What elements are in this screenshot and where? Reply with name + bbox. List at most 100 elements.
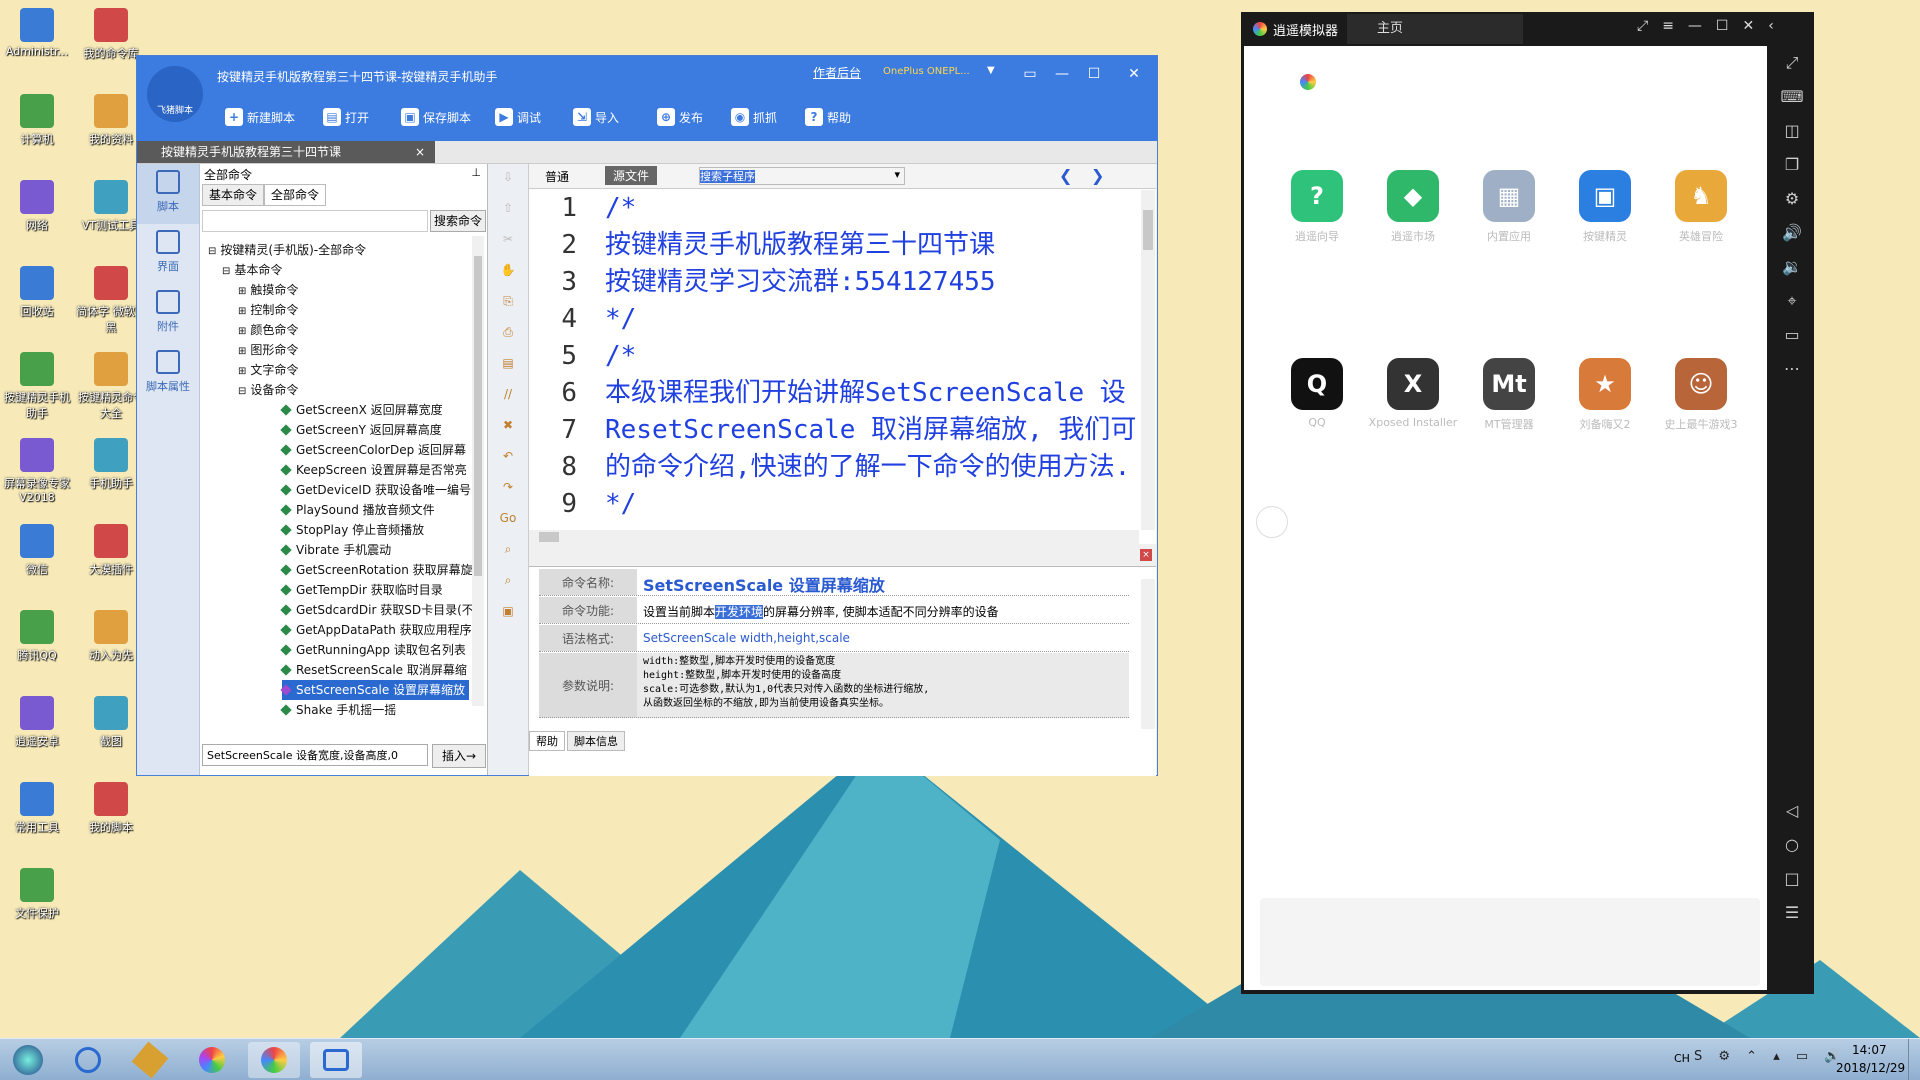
tree-node[interactable]: ⊞ 文字命令 bbox=[238, 360, 298, 380]
screenshot-icon[interactable]: ◫ bbox=[1770, 114, 1814, 148]
code-line[interactable]: 8 的命令介绍,快速的了解一下命令的使用方法. bbox=[529, 449, 1130, 486]
command-leaf[interactable]: ResetScreenScale 取消屏幕缩 bbox=[280, 660, 467, 680]
toolbar-button[interactable]: ▶ 调试 bbox=[495, 108, 541, 126]
toolbar-button[interactable]: ⊕ 发布 bbox=[657, 108, 703, 126]
desktop-icon[interactable]: 计算机 bbox=[2, 94, 72, 147]
expand-icon[interactable]: ⊞ bbox=[238, 366, 246, 377]
restore-icon[interactable]: ▭ bbox=[1019, 64, 1041, 84]
back-icon[interactable]: ◁ bbox=[1770, 794, 1814, 828]
taskbar-app-5[interactable] bbox=[310, 1042, 362, 1078]
tree-node[interactable]: ⊞ 触摸命令 bbox=[238, 280, 298, 300]
android-app[interactable]: Q QQ bbox=[1269, 358, 1365, 429]
tool-icon[interactable]: ⌕ bbox=[488, 542, 528, 557]
sidebar-item[interactable]: 脚本 bbox=[137, 164, 199, 224]
pin-icon[interactable]: ⊥ bbox=[471, 166, 481, 179]
close-button[interactable]: ✕ bbox=[1123, 64, 1145, 84]
command-leaf[interactable]: GetScreenRotation 获取屏幕旋 bbox=[280, 560, 473, 580]
tool-icon[interactable]: ↷ bbox=[488, 480, 528, 494]
command-leaf[interactable]: GetTempDir 获取临时目录 bbox=[280, 580, 443, 600]
toolbar-button[interactable]: ⇲ 导入 bbox=[573, 108, 619, 126]
volume-up-icon[interactable]: 🔊 bbox=[1770, 216, 1814, 250]
insert-field[interactable]: SetScreenScale 设备宽度,设备高度,0 bbox=[202, 744, 428, 766]
taskbar-app-4[interactable] bbox=[248, 1042, 300, 1078]
expand-icon[interactable]: ⊟ bbox=[222, 266, 230, 277]
tab-source[interactable]: 源文件 bbox=[605, 166, 658, 185]
clock-date[interactable]: 2018/12/29 bbox=[1836, 1061, 1905, 1075]
recents-icon[interactable]: □ bbox=[1770, 862, 1814, 896]
author-link[interactable]: 作者后台 bbox=[813, 64, 861, 81]
desktop-icon[interactable]: 文件保护 bbox=[2, 868, 72, 921]
tree-node[interactable]: ⊞ 控制命令 bbox=[238, 300, 298, 320]
code-line[interactable]: 9 */ bbox=[529, 486, 636, 523]
android-app[interactable]: ♞ 英雄冒险 bbox=[1653, 170, 1749, 244]
desktop-icon[interactable]: Administr... bbox=[2, 8, 72, 58]
nav-next-icon[interactable]: ❯ bbox=[1091, 166, 1104, 185]
tree-scrollbar[interactable] bbox=[472, 236, 484, 706]
taskbar-app-3[interactable] bbox=[186, 1042, 238, 1078]
minimize-button[interactable]: — bbox=[1051, 64, 1073, 84]
desktop-icon[interactable]: 按键精灵手机助手 bbox=[2, 352, 72, 421]
tool-icon[interactable]: ⎘ bbox=[488, 294, 528, 309]
tab-help[interactable]: 帮助 bbox=[529, 731, 565, 751]
tab-normal[interactable]: 普通 bbox=[545, 168, 569, 185]
toolbar-button[interactable]: + 新建脚本 bbox=[225, 108, 295, 126]
tool-icon[interactable]: ▣ bbox=[488, 604, 528, 618]
insert-button[interactable]: 插入→ bbox=[432, 744, 486, 768]
fullscreen-icon[interactable]: ⤢ bbox=[1770, 46, 1814, 80]
command-leaf[interactable]: GetScreenX 返回屏幕宽度 bbox=[280, 400, 443, 420]
sidebar-item[interactable]: 附件 bbox=[137, 284, 199, 344]
desktop-icon[interactable]: 常用工具 bbox=[2, 782, 72, 835]
editor-hscroll[interactable] bbox=[529, 530, 1139, 544]
desktop-icon[interactable]: 腾讯QQ bbox=[2, 610, 72, 663]
doc-tab[interactable]: 按键精灵手机版教程第三十四节课 × bbox=[137, 141, 435, 163]
tree-node[interactable]: ⊟ 基本命令 bbox=[222, 260, 282, 280]
keyboard-icon[interactable]: ⌨ bbox=[1770, 80, 1814, 114]
tree-node[interactable]: ⊟ 按键精灵(手机版)-全部命令 bbox=[208, 240, 366, 260]
code-line[interactable]: 1 /* bbox=[529, 190, 636, 227]
device-selector[interactable]: OnePlus ONEPL... bbox=[883, 66, 970, 77]
app-logo[interactable]: 飞猪脚本 bbox=[147, 66, 203, 122]
code-line[interactable]: 7 ResetScreenScale 取消屏幕缩放, 我们可 bbox=[529, 412, 1136, 449]
tab-all[interactable]: 全部命令 bbox=[264, 184, 326, 206]
tool-icon[interactable]: ⌕ bbox=[488, 573, 528, 588]
command-leaf[interactable]: PlaySound 播放音频文件 bbox=[280, 500, 435, 520]
tool-icon[interactable]: ✋ bbox=[488, 263, 528, 277]
desktop-icon[interactable]: 屏幕录像专家V2018 bbox=[2, 438, 72, 504]
tab-close-icon[interactable]: × bbox=[415, 141, 425, 163]
nav-prev-icon[interactable]: ❮ bbox=[1059, 166, 1072, 185]
settings-icon[interactable]: ⚙ bbox=[1770, 182, 1814, 216]
tool-icon[interactable]: ⎙ bbox=[488, 325, 528, 340]
clock-time[interactable]: 14:07 bbox=[1852, 1043, 1887, 1057]
tool-icon[interactable]: ✖ bbox=[488, 418, 528, 432]
android-app[interactable]: ▣ 按键精灵 bbox=[1557, 170, 1653, 244]
search-input[interactable] bbox=[202, 210, 428, 232]
tree-node[interactable]: ⊞ 图形命令 bbox=[238, 340, 298, 360]
expand-icon[interactable]: ⊞ bbox=[238, 306, 246, 317]
expand-icon[interactable]: ⊞ bbox=[238, 286, 246, 297]
code-line[interactable]: 6 本级课程我们开始讲解SetScreenScale 设 bbox=[529, 375, 1125, 412]
command-leaf[interactable]: GetScreenColorDep 返回屏幕 bbox=[280, 440, 466, 460]
tool-icon[interactable]: // bbox=[488, 387, 528, 401]
sub-dropdown[interactable]: 搜索子程序 ▾ bbox=[699, 167, 905, 185]
code-area[interactable]: 1 /* 2 按键精灵手机版教程第三十四节课 3 按键精灵学习交流群:554127455 4… bbox=[529, 190, 1139, 530]
tool-icon[interactable]: ↶ bbox=[488, 449, 528, 463]
android-app[interactable]: ▦ 内置应用 bbox=[1461, 170, 1557, 244]
desktop-icon[interactable]: 回收站 bbox=[2, 266, 72, 319]
tool-icon[interactable]: ⇧ bbox=[488, 201, 528, 215]
taskbar-app-2[interactable] bbox=[124, 1041, 176, 1079]
sidebar-item[interactable]: 界面 bbox=[137, 224, 199, 284]
search-button[interactable]: 搜索命令 bbox=[430, 210, 486, 232]
desktop-icon[interactable]: 网络 bbox=[2, 180, 72, 233]
android-app[interactable]: ◆ 逍遥市场 bbox=[1365, 170, 1461, 244]
command-leaf[interactable]: GetScreenY 返回屏幕高度 bbox=[280, 420, 442, 440]
code-line[interactable]: 5 /* bbox=[529, 338, 636, 375]
tree-node[interactable]: ⊟ 设备命令 bbox=[238, 380, 298, 400]
desktop-icon[interactable]: 逍遥安卓 bbox=[2, 696, 72, 749]
chevron-down-icon[interactable]: ▼ bbox=[987, 65, 995, 76]
sidebar-item[interactable]: 脚本属性 bbox=[137, 344, 199, 404]
android-app[interactable]: ☺ 史上最牛游戏3 bbox=[1653, 358, 1749, 432]
tab-basic[interactable]: 基本命令 bbox=[202, 184, 264, 206]
tool-icon[interactable]: ▤ bbox=[488, 356, 528, 370]
panel-close-icon[interactable]: × bbox=[1140, 549, 1152, 561]
multi-window-icon[interactable]: ❐ bbox=[1770, 148, 1814, 182]
